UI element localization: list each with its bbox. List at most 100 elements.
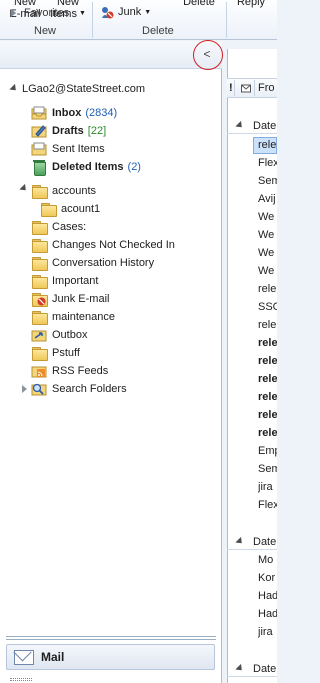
folder-acount1[interactable]: acount1 [40, 200, 100, 217]
favorites-label: Favorites [24, 7, 70, 19]
pane-splitter[interactable] [6, 636, 216, 640]
column-importance[interactable]: ! [229, 82, 233, 94]
delete-label: Delete [183, 0, 215, 8]
message-row[interactable]: Flex [258, 497, 277, 514]
group-divider [227, 133, 277, 134]
message-row[interactable]: Kor [258, 570, 277, 587]
collapse-arrow-icon[interactable] [235, 663, 245, 674]
folder-junk-email[interactable]: Junk E-mail [31, 290, 109, 307]
folder-label: maintenance [52, 310, 115, 323]
message-row[interactable]: Had [258, 588, 277, 605]
column-divider [234, 80, 235, 96]
folder-label: Cases: [52, 220, 87, 233]
favorites-header[interactable] [0, 41, 222, 69]
folder-icon [31, 256, 48, 271]
junk-folder-icon [31, 292, 48, 307]
folder-conversation-history[interactable]: Conversation History [31, 254, 154, 271]
message-row[interactable]: Mo [258, 552, 277, 569]
sent-items-icon [31, 142, 47, 156]
folder-label: Conversation History [52, 256, 155, 269]
junk-label: Junk [118, 6, 142, 18]
folder-icon [40, 202, 57, 217]
folder-outbox[interactable]: Outbox [31, 326, 87, 343]
folder-label: acount1 [61, 202, 101, 215]
expand-arrow-icon[interactable] [22, 385, 27, 393]
folder-label: Important [52, 274, 99, 287]
folder-accounts[interactable]: accounts [31, 182, 96, 199]
folder-deleted-items[interactable]: Deleted Items (2) [31, 158, 141, 176]
message-row[interactable]: We [258, 227, 277, 244]
collapse-arrow-icon[interactable] [235, 120, 245, 131]
message-row[interactable]: rele [258, 371, 277, 388]
message-row[interactable]: rele [258, 137, 277, 154]
mail-icon [14, 649, 34, 665]
ribbon: New E-mail New Items ▼ New Junk ▼ Delete … [0, 0, 277, 40]
delete-button[interactable]: Delete [178, 0, 220, 8]
folder-label: Junk E-mail [52, 292, 110, 305]
message-row[interactable]: Sem [258, 461, 277, 478]
folder-maintenance[interactable]: maintenance [31, 308, 115, 325]
message-row[interactable]: rele [258, 407, 277, 424]
folder-rss-feeds[interactable]: RSS Feeds [31, 362, 108, 379]
column-icon-header[interactable] [241, 83, 251, 96]
folder-label: accounts [52, 184, 97, 197]
message-row[interactable]: Had [258, 606, 277, 623]
unread-count: (2834) [85, 106, 118, 119]
group-divider [227, 549, 277, 550]
group-label: Date [253, 536, 277, 548]
message-row[interactable]: rele [258, 425, 277, 442]
folder-important[interactable]: Important [31, 272, 98, 289]
folder-icon [31, 346, 48, 361]
column-from[interactable]: Fro [258, 82, 275, 94]
message-row[interactable]: Emp [258, 443, 277, 460]
folder-drafts[interactable]: Drafts [22] [31, 122, 106, 139]
message-row[interactable]: SSG [258, 299, 277, 316]
folder-label: Drafts [52, 124, 84, 137]
chevron-down-icon: ▼ [144, 8, 152, 16]
group-divider [227, 676, 277, 677]
folder-label: Inbox [52, 106, 82, 119]
folder-pstuff[interactable]: Pstuff [31, 344, 80, 361]
mail-nav-button[interactable]: Mail [6, 644, 215, 670]
folder-label: Outbox [52, 328, 88, 341]
message-row[interactable]: Flex [258, 155, 277, 172]
folder-icon [31, 220, 48, 235]
folder-cases[interactable]: Cases: [31, 218, 86, 235]
message-row[interactable]: We [258, 263, 277, 280]
message-row[interactable]: jira [258, 479, 277, 496]
folder-label: RSS Feeds [52, 364, 109, 377]
date-group-header[interactable]: Date [227, 118, 277, 134]
message-row[interactable]: We [258, 209, 277, 226]
message-row[interactable]: rele [258, 335, 277, 352]
overflow-grip[interactable] [10, 678, 32, 681]
date-group-header[interactable]: Date [227, 534, 277, 550]
column-divider [254, 80, 255, 96]
outbox-icon [31, 328, 47, 342]
message-row[interactable]: Sem [258, 173, 277, 190]
highlight-circle [193, 40, 223, 70]
message-row[interactable]: rele [258, 353, 277, 370]
search-folder-icon [31, 382, 47, 396]
collapse-arrow-icon[interactable] [235, 536, 245, 547]
folder-sent-items[interactable]: Sent Items [31, 140, 105, 157]
message-row[interactable]: We [258, 245, 277, 262]
folder-inbox[interactable]: Inbox (2834) [31, 104, 117, 121]
folder-search-folders[interactable]: Search Folders [31, 380, 127, 397]
message-row[interactable]: rele [258, 281, 277, 298]
folder-changes-not-checked-in[interactable]: Changes Not Checked In [31, 236, 175, 253]
rss-icon [31, 364, 47, 378]
message-row[interactable]: Avij [258, 191, 277, 208]
group-label: Date [253, 120, 277, 132]
draft-count: [22] [87, 124, 107, 137]
date-group-header[interactable]: Date [227, 661, 277, 677]
folder-icon [31, 310, 48, 325]
folder-label: Deleted Items [52, 160, 124, 173]
expand-arrow-icon[interactable] [11, 9, 16, 17]
message-row[interactable]: jira [258, 624, 277, 641]
message-row[interactable]: rele [258, 317, 277, 334]
junk-button[interactable]: Junk ▼ [100, 5, 151, 19]
reply-button[interactable]: Reply [234, 0, 268, 8]
account-name[interactable]: LGao2@StateStreet.com [22, 83, 145, 95]
mail-label: Mail [41, 650, 65, 664]
message-row[interactable]: rele [258, 389, 277, 406]
